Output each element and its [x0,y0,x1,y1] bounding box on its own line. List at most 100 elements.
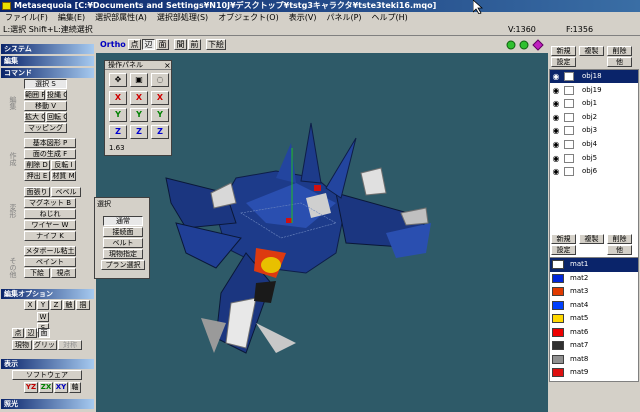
extrude-button[interactable]: 押出 E [24,171,50,181]
object-row[interactable]: ◉ obj5 [550,152,638,166]
object-row[interactable]: ◉ obj3 [550,124,638,138]
bevel-button[interactable]: ベベル [51,187,81,197]
visibility-eye-icon[interactable]: ◉ [551,113,561,122]
grab-button[interactable]: 掴 [76,300,90,310]
light-header[interactable]: 照光 [1,399,94,409]
ortho-toggle[interactable]: Ortho [100,40,126,49]
select-normal-button[interactable]: 通常 [103,216,143,226]
edit-option-header[interactable]: 編集オプション [1,289,94,299]
visibility-eye-icon[interactable]: ◉ [551,72,561,81]
knife-button[interactable]: ナイフ K [24,231,76,241]
lock-checkbox[interactable] [564,85,574,95]
object-row[interactable]: ◉ obj6 [550,165,638,179]
material-button[interactable]: 材質 M [51,171,76,181]
range-button[interactable]: 範囲 R [24,90,45,100]
select-belt-button[interactable]: ベルト [103,238,143,248]
material-row[interactable]: mat4 [550,299,638,313]
scale-button[interactable]: 拡大 Q [24,112,45,122]
lock-checkbox[interactable] [564,72,574,81]
menu-selection-attr[interactable]: 選択部属性(A) [90,12,152,24]
basic-shape-button[interactable]: 基本図形 P [24,138,76,148]
symmetry-button[interactable]: 対称 [58,340,82,350]
visibility-eye-icon[interactable]: ◉ [551,126,561,135]
material-row[interactable]: mat9 [550,366,638,380]
scale-y-button[interactable]: Y [130,108,148,122]
system-header[interactable]: システム [1,44,94,54]
material-row[interactable]: mat5 [550,312,638,326]
menu-view[interactable]: 表示(V) [284,12,322,24]
object-row[interactable]: ◉ obj1 [550,97,638,111]
select-plan-button[interactable]: プラン選択 [101,260,145,270]
edge-mode-button[interactable]: 辺 [25,328,37,338]
operation-panel[interactable]: 操作パネル × ✥ ▣ ◌ X X X Y Y Y Z Z Z 1.63 [104,60,172,156]
view-control-icons[interactable] [506,39,546,51]
edit-header[interactable]: 編集 [1,56,94,66]
menu-help[interactable]: ヘルプ(H) [367,12,413,24]
hidden-view-button[interactable]: 間 [174,39,187,50]
yz-view-button[interactable]: YZ [24,382,38,393]
command-header[interactable]: コマンド [1,68,94,78]
material-other-button[interactable]: 他 [607,245,632,255]
material-new-button[interactable]: 新規 [551,234,576,244]
rotate-button[interactable]: 回転 C [46,112,67,122]
material-row[interactable]: mat8 [550,353,638,367]
visibility-eye-icon[interactable]: ◉ [551,167,561,176]
title-bar[interactable]: Metasequoia [C:¥Documents and Settings¥N… [0,0,640,12]
lock-x-button[interactable]: X [24,300,36,310]
select-panel-title[interactable]: 選択 [97,199,111,209]
axis-button[interactable]: 軸 [69,382,81,393]
rotate-y-button[interactable]: Y [151,108,169,122]
visibility-eye-icon[interactable]: ◉ [551,140,561,149]
menu-selection-proc[interactable]: 選択部処理(S) [152,12,213,24]
object-row[interactable]: ◉ obj2 [550,111,638,125]
object-settings-button[interactable]: 設定 [551,57,576,67]
underlay-button[interactable]: 下絵 [24,268,50,278]
object-new-button[interactable]: 新規 [551,46,576,56]
mapping-button[interactable]: マッピング [24,123,67,133]
grid-button[interactable]: グリッド [33,340,57,350]
menu-edit[interactable]: 編集(E) [53,12,90,24]
paint-button[interactable]: ペイント [24,257,76,267]
real-button[interactable]: 現物 [12,340,32,350]
object-duplicate-button[interactable]: 複製 [579,46,604,56]
select-connected-button[interactable]: 接続面 [103,227,143,237]
face-stretch-button[interactable]: 面張り [24,187,50,197]
move-z-button[interactable]: Z [109,125,127,139]
object-list[interactable]: ◉ obj18 ◉ obj19 ◉ obj1 ◉ obj2 ◉ obj3 ◉ obj4 ◉ obj5 ◉ ob… [549,69,639,259]
visibility-eye-icon[interactable]: ◉ [551,154,561,163]
scale-icon[interactable]: ▣ [130,73,148,87]
face-mode-button[interactable]: 面 [38,328,50,338]
move-icon[interactable]: ✥ [109,73,127,87]
zx-view-button[interactable]: ZX [39,382,53,393]
lock-checkbox[interactable] [564,126,574,136]
select-button[interactable]: 選択 S [24,79,67,89]
lock-checkbox[interactable] [564,139,574,149]
make-face-button[interactable]: 面の生成 F [24,149,76,159]
visibility-eye-icon[interactable]: ◉ [551,86,561,95]
front-view-button[interactable]: 前 [188,39,201,50]
object-row[interactable]: ◉ obj4 [550,138,638,152]
metaball-button[interactable]: メタボール粘土 [24,246,76,256]
lock-checkbox[interactable] [564,99,574,109]
rotate-x-button[interactable]: X [151,91,169,105]
software-button[interactable]: ソフトウェア [12,370,82,380]
lasso-button[interactable]: 投縄 G [46,90,67,100]
delete-button[interactable]: 削除 D [24,160,50,170]
operation-panel-title[interactable]: 操作パネル [105,61,171,70]
move-y-button[interactable]: Y [109,108,127,122]
world-button[interactable]: W [37,312,49,322]
twist-button[interactable]: ねじれ [24,209,76,219]
lock-y-button[interactable]: Y [37,300,49,310]
menu-object[interactable]: オブジェクト(O) [213,12,284,24]
material-list[interactable]: mat1 mat2 mat3 mat4 mat5 mat6 mat7 mat8 mat9 [549,257,639,382]
material-row[interactable]: mat3 [550,285,638,299]
face-view-button[interactable]: 面 [156,39,169,50]
vertex-view-button[interactable]: 点 [128,39,141,50]
magnet-button[interactable]: マグネット B [24,198,76,208]
scale-z-button[interactable]: Z [130,125,148,139]
visibility-eye-icon[interactable]: ◉ [551,99,561,108]
vertex-mode-button[interactable]: 点 [12,328,24,338]
rotate-z-button[interactable]: Z [151,125,169,139]
object-row[interactable]: ◉ obj19 [550,84,638,98]
material-row[interactable]: mat2 [550,272,638,286]
